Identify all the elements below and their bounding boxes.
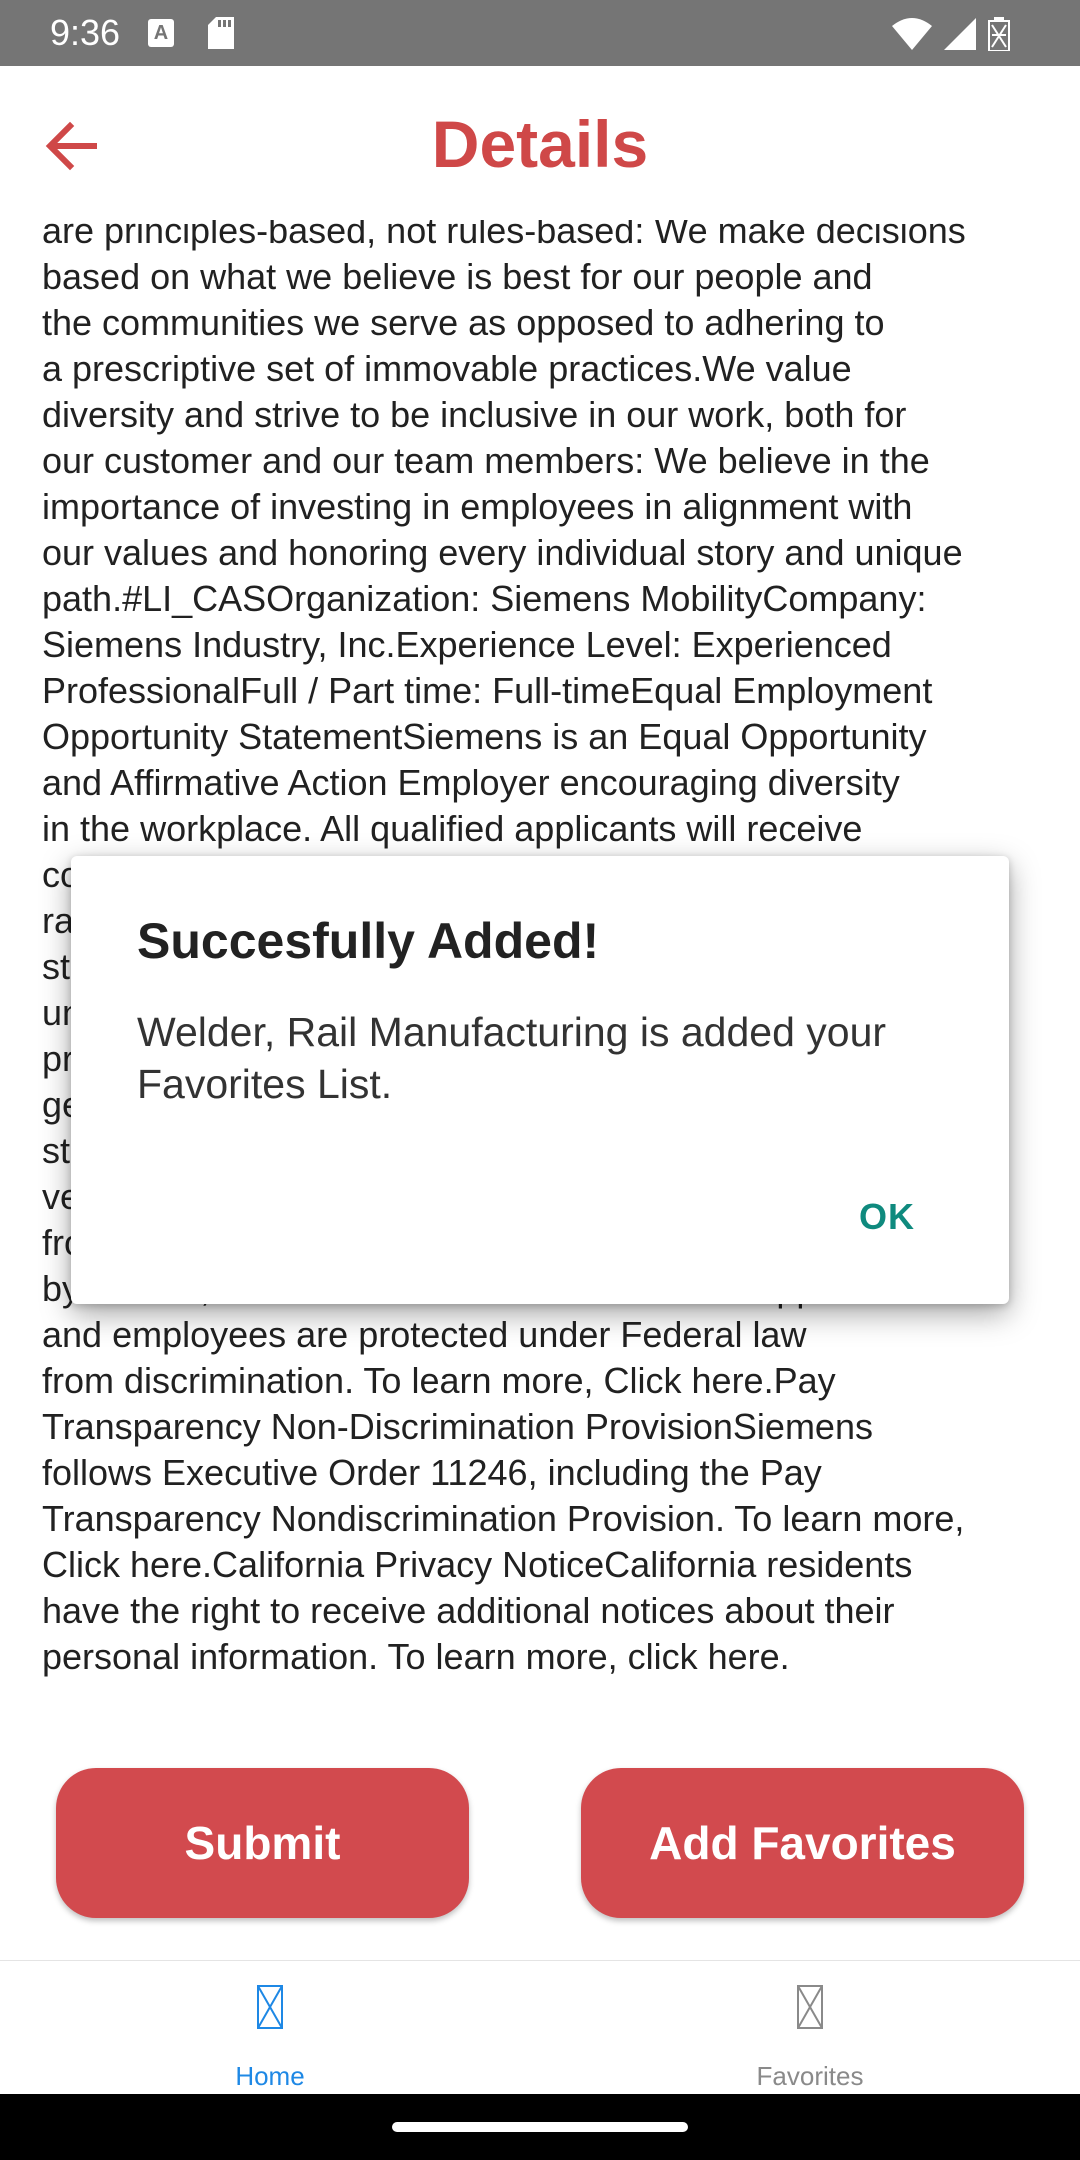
system-gesture-bar (0, 2094, 1080, 2160)
dialog-message: Welder, Rail Manufacturing is added your… (137, 1009, 887, 1107)
home-gesture-handle[interactable] (392, 2122, 688, 2132)
ok-button[interactable]: OK (859, 1196, 915, 1238)
dialog-title: Succesfully Added! (137, 913, 600, 969)
success-dialog: Succesfully Added! Welder, Rail Manufact… (71, 856, 1009, 1304)
